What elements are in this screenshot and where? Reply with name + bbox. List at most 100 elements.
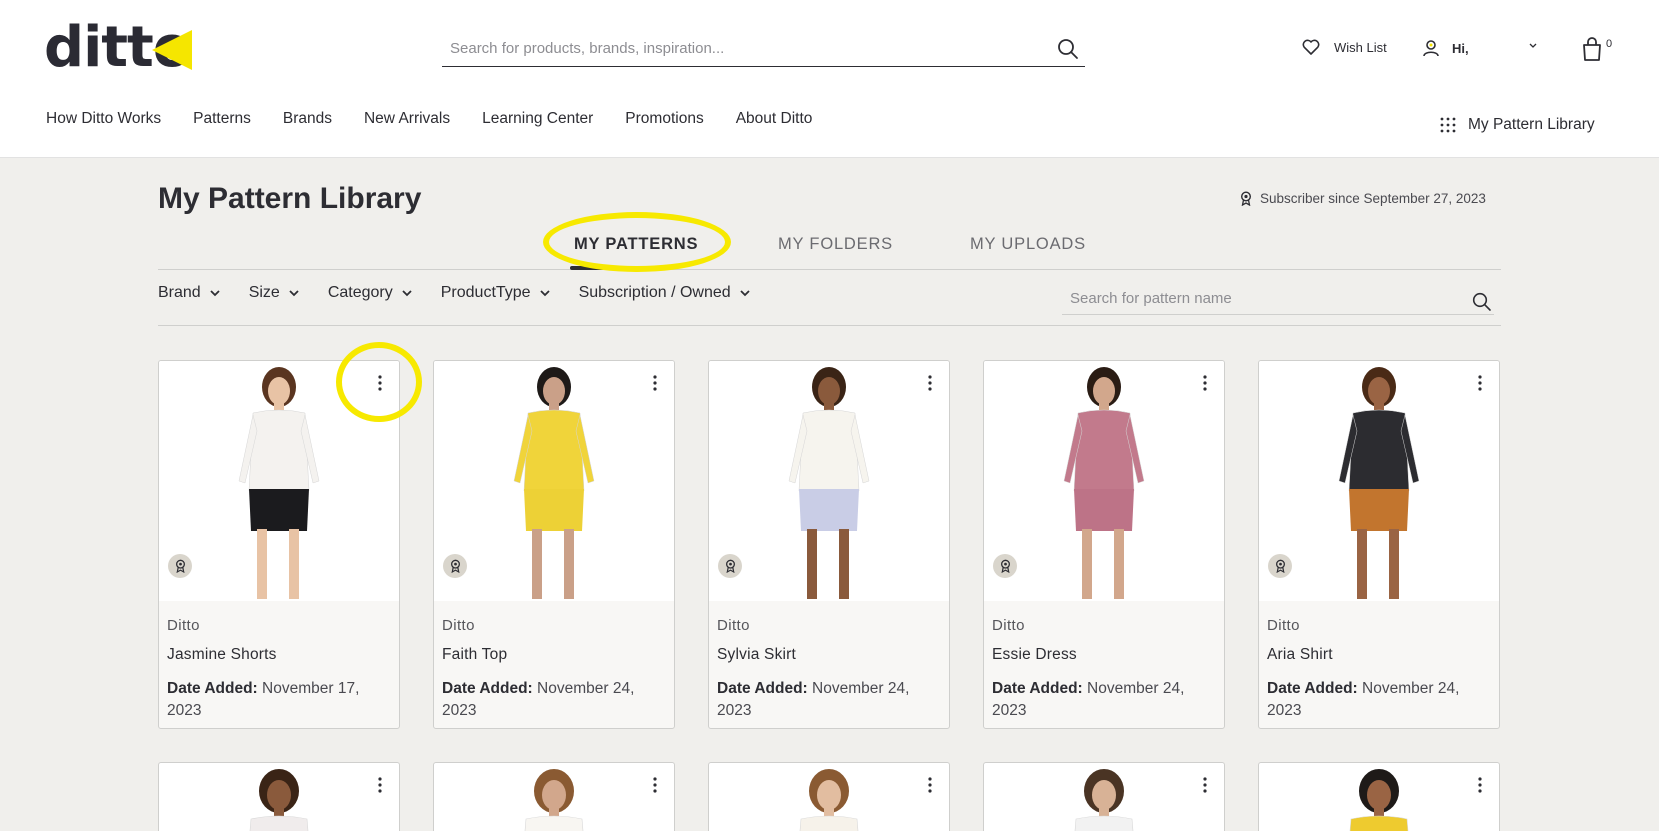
chevron-down-icon (539, 290, 550, 297)
award-icon (1240, 191, 1252, 206)
tab-my-folders[interactable]: MY FOLDERS (778, 235, 893, 254)
nav-new-arrivals[interactable]: New Arrivals (364, 110, 450, 128)
cart-count: 0 (1606, 38, 1613, 50)
award-icon (725, 559, 735, 573)
search-icon[interactable] (1057, 38, 1079, 60)
user-menu[interactable]: Hi, (1422, 39, 1537, 57)
library-tabs: MY PATTERNS MY FOLDERS MY UPLOADS (158, 232, 1501, 270)
subscriber-status: Subscriber since September 27, 2023 (1240, 191, 1486, 206)
site-search-input[interactable] (450, 36, 1030, 60)
chevron-down-icon (210, 290, 220, 297)
pattern-card[interactable]: Ditto Sylvia Skirt Date Added: November … (708, 360, 950, 729)
logo-flag-icon (152, 30, 192, 70)
more-options-icon[interactable] (1473, 373, 1487, 393)
nav-about-ditto[interactable]: About Ditto (736, 110, 813, 128)
pattern-date-added: Date Added: November 17, 2023 (167, 678, 393, 722)
pattern-model-image (1349, 769, 1409, 831)
pattern-card[interactable] (1258, 762, 1500, 831)
pattern-name[interactable]: Jasmine Shorts (167, 646, 277, 664)
pattern-name[interactable]: Essie Dress (992, 646, 1077, 664)
filter-category-label: Category (327, 284, 393, 301)
pattern-card[interactable]: Ditto Jasmine Shorts Date Added: Novembe… (158, 360, 400, 729)
chevron-down-icon[interactable] (1528, 42, 1538, 50)
filter-size[interactable]: Size (249, 284, 300, 302)
date-added-label: Date Added: (717, 680, 808, 697)
chevron-down-icon (402, 290, 412, 297)
subscription-badge (443, 554, 467, 578)
subscription-badge (168, 554, 192, 578)
pattern-model-image (1074, 769, 1134, 831)
pattern-name[interactable]: Faith Top (442, 646, 507, 664)
more-options-icon[interactable] (373, 373, 387, 393)
pattern-card[interactable] (433, 762, 675, 831)
pattern-image[interactable] (709, 361, 949, 601)
more-options-icon[interactable] (1198, 373, 1212, 393)
filter-brand[interactable]: Brand (158, 284, 221, 302)
subscriber-text: Subscriber since September 27, 2023 (1260, 191, 1486, 206)
my-pattern-library-link[interactable]: My Pattern Library (1440, 116, 1595, 134)
more-options-icon[interactable] (1473, 775, 1487, 795)
pattern-card[interactable]: Ditto Faith Top Date Added: November 24,… (433, 360, 675, 729)
nav-brands[interactable]: Brands (283, 110, 332, 128)
wish-list-link[interactable]: Wish List (1302, 39, 1387, 55)
more-options-icon[interactable] (923, 373, 937, 393)
nav-learning-center[interactable]: Learning Center (482, 110, 593, 128)
subscription-badge (718, 554, 742, 578)
more-options-icon[interactable] (373, 775, 387, 795)
pattern-image[interactable] (1259, 361, 1499, 601)
main-nav: How Ditto Works Patterns Brands New Arri… (46, 110, 812, 128)
pattern-card[interactable]: Ditto Essie Dress Date Added: November 2… (983, 360, 1225, 729)
pattern-model-image (799, 769, 859, 831)
more-options-icon[interactable] (648, 373, 662, 393)
filter-divider (158, 325, 1501, 326)
filter-category[interactable]: Category (328, 284, 413, 302)
wish-list-label: Wish List (1334, 39, 1387, 55)
date-added-label: Date Added: (167, 680, 258, 697)
filter-product-type[interactable]: ProductType (441, 284, 551, 302)
page-title: My Pattern Library (158, 182, 422, 215)
pattern-name[interactable]: Sylvia Skirt (717, 646, 796, 664)
award-icon (1000, 559, 1010, 573)
award-icon (175, 559, 185, 573)
award-icon (1275, 559, 1285, 573)
award-icon (450, 559, 460, 573)
pattern-brand: Ditto (442, 617, 475, 634)
filter-brand-label: Brand (158, 284, 201, 301)
more-options-icon[interactable] (1198, 775, 1212, 795)
pattern-card[interactable] (983, 762, 1225, 831)
user-greeting: Hi, (1452, 40, 1469, 56)
more-options-icon[interactable] (648, 775, 662, 795)
pattern-name[interactable]: Aria Shirt (1267, 646, 1333, 664)
pattern-card[interactable] (708, 762, 950, 831)
pattern-date-added: Date Added: November 24, 2023 (717, 678, 943, 722)
filter-bar: Brand Size Category ProductType Subscrip… (158, 284, 751, 302)
pattern-brand: Ditto (1267, 617, 1300, 634)
search-icon[interactable] (1472, 292, 1492, 312)
pattern-search (1062, 284, 1494, 315)
nav-promotions[interactable]: Promotions (625, 110, 703, 128)
ditto-logo[interactable]: ditto (44, 18, 194, 78)
pattern-image[interactable] (159, 361, 399, 601)
filter-subscription-owned[interactable]: Subscription / Owned (579, 284, 751, 302)
library-link-label: My Pattern Library (1468, 116, 1595, 133)
pattern-date-added: Date Added: November 24, 2023 (1267, 678, 1493, 722)
tab-my-patterns[interactable]: MY PATTERNS (574, 235, 698, 254)
tab-my-uploads[interactable]: MY UPLOADS (970, 235, 1086, 254)
pattern-brand: Ditto (992, 617, 1025, 634)
pattern-image[interactable] (434, 361, 674, 601)
subscription-badge (993, 554, 1017, 578)
pattern-model-image (788, 367, 870, 599)
chevron-down-icon (289, 290, 299, 297)
filter-size-label: Size (248, 284, 280, 301)
date-added-label: Date Added: (1267, 680, 1358, 697)
pattern-image[interactable] (984, 361, 1224, 601)
pattern-card[interactable] (158, 762, 400, 831)
more-options-icon[interactable] (923, 775, 937, 795)
nav-patterns[interactable]: Patterns (193, 110, 251, 128)
filter-product-type-label: ProductType (440, 284, 531, 301)
pattern-search-input[interactable] (1070, 286, 1450, 310)
pattern-date-added: Date Added: November 24, 2023 (442, 678, 668, 722)
pattern-card[interactable]: Ditto Aria Shirt Date Added: November 24… (1258, 360, 1500, 729)
pattern-date-added: Date Added: November 24, 2023 (992, 678, 1218, 722)
nav-how-ditto-works[interactable]: How Ditto Works (46, 110, 161, 128)
